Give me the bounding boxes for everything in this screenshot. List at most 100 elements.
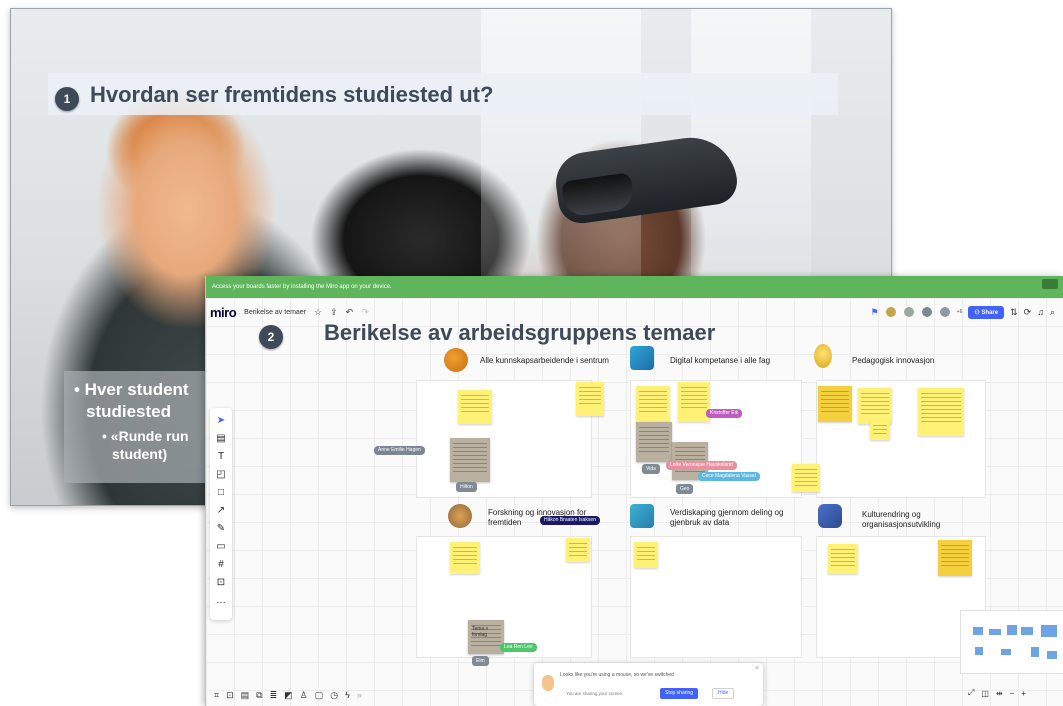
avatar[interactable]: [920, 306, 933, 318]
board-name[interactable]: Berikelse av temaer: [244, 309, 306, 316]
image-note[interactable]: [636, 422, 672, 462]
minimap[interactable]: [960, 610, 1063, 674]
bell-icon[interactable]: ♫: [1037, 307, 1044, 317]
settings-sliders-icon[interactable]: ⇅: [1010, 307, 1018, 318]
stop-sharing-button[interactable]: Stop sharing: [660, 688, 699, 699]
fit-screen-icon[interactable]: ⇹: [996, 689, 1003, 698]
sticky-note[interactable]: [634, 542, 658, 568]
slide-title: Berikelse av arbeidsgruppens temaer: [324, 320, 716, 345]
mouse-switch-toast: Looks like you're using a mouse, so we'v…: [534, 663, 763, 706]
bullet-1: • Hver student: [74, 380, 189, 399]
sticky-note[interactable]: [858, 388, 892, 424]
pen-icon[interactable]: ✎: [217, 522, 225, 536]
name-chip[interactable]: Hilton: [456, 482, 477, 492]
slide-2: Access your boards faster by installing …: [205, 276, 1063, 706]
like-icon[interactable]: ♙: [300, 690, 308, 701]
sticky-note[interactable]: [938, 540, 972, 576]
expand-icon[interactable]: »: [357, 690, 362, 700]
lightning-icon[interactable]: ϟ: [345, 690, 350, 700]
hide-button[interactable]: Hide: [712, 688, 735, 699]
hand-icon: [542, 675, 554, 691]
name-chip[interactable]: Elm: [472, 656, 489, 666]
avatar[interactable]: [884, 306, 897, 318]
organization-icon: [818, 504, 842, 528]
timer-icon[interactable]: ◷: [330, 690, 338, 701]
cursor-label: Cece Magdalena Vassel: [698, 472, 760, 481]
zoom-in-icon[interactable]: +: [1021, 689, 1026, 698]
zoom-controls: ⤢ ◫ ⇹ − +: [968, 688, 1026, 698]
screen-share-icon[interactable]: ⧉: [256, 690, 262, 701]
comment-icon[interactable]: ▭: [216, 540, 225, 554]
zoom-out-icon[interactable]: −: [1010, 689, 1015, 698]
banner-text: Access your boards faster by installing …: [212, 284, 392, 290]
avatar[interactable]: [938, 306, 951, 318]
minimap-toggle-icon[interactable]: ◫: [981, 689, 989, 698]
sticky-note[interactable]: [566, 538, 590, 562]
frame-title: Alle kunnskapsarbeidende i sentrum: [480, 356, 609, 365]
slide-number-badge: 2: [259, 325, 283, 349]
sticky-note[interactable]: [870, 420, 890, 440]
sticky-note[interactable]: [818, 386, 852, 422]
fullscreen-icon[interactable]: ⤢: [968, 688, 974, 698]
share-label: Share: [981, 309, 999, 316]
cards-icon[interactable]: ≣: [270, 690, 278, 701]
text-tool-icon[interactable]: T: [218, 450, 224, 464]
chat-icon[interactable]: ⊡: [226, 690, 234, 701]
slide-number-badge: 1: [55, 87, 79, 111]
sticky-note[interactable]: [636, 386, 670, 424]
template-icon[interactable]: ▤: [216, 432, 225, 446]
undo-icon[interactable]: ↶: [346, 307, 354, 318]
upload-icon[interactable]: ⊡: [217, 576, 225, 590]
sticky-note[interactable]: [828, 544, 858, 574]
frame-title: Pedagogisk innovasjon: [852, 356, 935, 365]
video-icon[interactable]: ▢: [315, 690, 324, 701]
shape-tool-icon[interactable]: □: [218, 486, 224, 500]
avatars-more-count[interactable]: +6: [957, 309, 963, 315]
install-app-banner: Access your boards faster by installing …: [206, 276, 1063, 298]
reactions-icon[interactable]: ⚑: [871, 307, 879, 318]
computer-icon: [630, 346, 654, 370]
share-button[interactable]: ⚇ Share: [968, 305, 1005, 319]
banner-close-button[interactable]: [1042, 279, 1058, 289]
sticky-note[interactable]: [918, 388, 964, 436]
star-icon[interactable]: ☆: [314, 307, 322, 318]
frame-title: Digital kompetanse i alle fag: [670, 356, 771, 365]
search-icon[interactable]: ⌕: [1050, 307, 1055, 318]
sticky-note[interactable]: [678, 382, 710, 422]
select-tool-icon[interactable]: ➤: [217, 414, 225, 428]
brain-icon: [444, 348, 468, 372]
sticky-note[interactable]: [458, 390, 492, 424]
cursor-label: Kristoffer Eik: [706, 409, 743, 418]
close-icon[interactable]: ×: [755, 665, 759, 672]
more-tools-icon[interactable]: …: [216, 594, 226, 608]
minimap-cell: [1001, 649, 1011, 655]
sticky-note[interactable]: [450, 542, 480, 574]
notes-icon[interactable]: ◩: [284, 690, 293, 701]
minimap-cell: [1047, 651, 1057, 659]
cursor-label: Håkon Braaten Isaksen: [540, 516, 600, 525]
bullet-1-cont: studiested: [86, 402, 172, 421]
image-note[interactable]: [450, 438, 490, 482]
sticky-note-icon[interactable]: ◰: [216, 468, 225, 482]
image-note[interactable]: Tema x forslag: [468, 620, 504, 654]
research-icon: [448, 504, 472, 528]
frame-icon[interactable]: #: [218, 558, 224, 572]
frames-icon[interactable]: ⌗: [214, 690, 219, 701]
miro-logo[interactable]: miro: [210, 305, 237, 320]
name-chip[interactable]: Geo: [676, 484, 694, 494]
frame[interactable]: [416, 380, 592, 498]
cursor-label: Lea Ren Lee: [500, 643, 537, 652]
name-chip[interactable]: Vida: [642, 464, 660, 474]
activity-icon[interactable]: ⟳: [1024, 307, 1032, 318]
connector-icon[interactable]: ↗: [217, 504, 225, 518]
redo-icon[interactable]: ↷: [361, 307, 369, 318]
sticky-note[interactable]: [792, 464, 820, 492]
miro-top-bar: miro Berikelse av temaer ☆ ⇪ ↶ ↷: [210, 303, 369, 321]
sticky-note[interactable]: [576, 382, 604, 416]
minimap-cell: [973, 627, 983, 635]
upload-icon[interactable]: ⇪: [330, 307, 338, 318]
comments-icon[interactable]: ▤: [241, 690, 250, 701]
avatar[interactable]: [902, 306, 915, 318]
window-light: [481, 9, 641, 279]
toast-subtext: You are sharing your screen.: [566, 691, 624, 696]
